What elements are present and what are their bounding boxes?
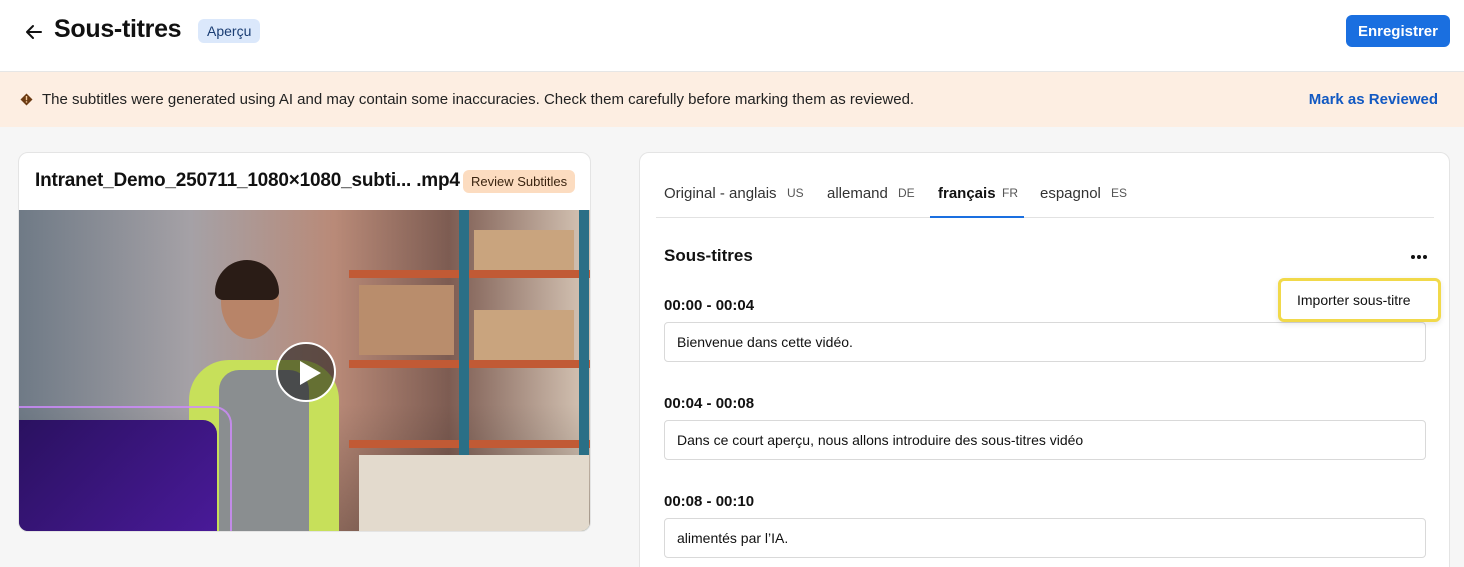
preview-badge: Aperçu: [198, 19, 261, 43]
tab-country-code: ES: [1111, 186, 1128, 200]
menu-item-label: Importer sous-titre: [1297, 292, 1411, 308]
language-tabs: Original - anglais US allemand DE frança…: [656, 171, 1434, 218]
cue-text-field[interactable]: Dans ce court aperçu, nous allons introd…: [664, 420, 1426, 460]
play-icon: [300, 361, 321, 385]
top-bar: Sous-titres Aperçu Enregistrer: [0, 0, 1464, 72]
tab-french[interactable]: français FR: [930, 171, 1024, 218]
video-filename: Intranet_Demo_250711_1080×1080_subti... …: [35, 170, 460, 191]
cardboard-boxes: [474, 230, 574, 270]
page-title: Sous-titres: [54, 15, 182, 43]
tab-label: Original - anglais: [664, 185, 777, 202]
video-player[interactable]: [19, 210, 590, 531]
tab-label: espagnol: [1040, 185, 1101, 202]
cue-timestamp: 00:00 - 00:04: [664, 297, 755, 314]
cue-text-field[interactable]: alimentés par l’IA.: [664, 518, 1426, 558]
cardboard-boxes: [359, 455, 589, 531]
cue-text-field[interactable]: Bienvenue dans cette vidéo.: [664, 322, 1426, 362]
banner-message: The subtitles were generated using AI an…: [42, 91, 915, 108]
cue-timestamp: 00:08 - 00:10: [664, 493, 755, 510]
cue-text: alimentés par l’IA.: [677, 530, 789, 546]
tab-original-english[interactable]: Original - anglais US: [656, 171, 816, 218]
shelf-beam: [349, 270, 590, 278]
play-button[interactable]: [276, 342, 336, 402]
back-arrow-icon[interactable]: [22, 20, 46, 44]
review-status-badge: Review Subtitles: [463, 170, 576, 193]
tab-country-code: FR: [1002, 186, 1018, 200]
tab-label: allemand: [827, 185, 888, 202]
save-button[interactable]: Enregistrer: [1345, 15, 1450, 47]
cardboard-boxes: [359, 285, 454, 355]
shelf-beam: [349, 360, 590, 368]
import-subtitle-menu-item[interactable]: Importer sous-titre: [1278, 278, 1441, 322]
subtitles-section-title: Sous-titres: [664, 246, 753, 265]
cue-timestamp: 00:04 - 00:08: [664, 395, 755, 412]
person-hair: [215, 260, 279, 300]
video-card: Intranet_Demo_250711_1080×1080_subti... …: [18, 152, 591, 532]
tab-country-code: US: [787, 186, 804, 200]
tab-country-code: DE: [898, 186, 915, 200]
cardboard-boxes: [474, 310, 574, 360]
shelf-beam: [349, 440, 590, 448]
tab-label: français: [938, 185, 996, 202]
cue-text: Bienvenue dans cette vidéo.: [677, 334, 853, 350]
more-horizontal-icon[interactable]: [1409, 247, 1429, 267]
purple-overlay-shape: [19, 420, 217, 531]
tab-german[interactable]: allemand DE: [819, 171, 919, 218]
warning-icon: [20, 93, 33, 106]
cue-text: Dans ce court aperçu, nous allons introd…: [677, 432, 1084, 448]
mark-as-reviewed-link[interactable]: Mark as Reviewed: [1309, 91, 1438, 108]
ai-warning-banner: The subtitles were generated using AI an…: [0, 72, 1464, 127]
tab-spanish[interactable]: espagnol ES: [1032, 171, 1132, 218]
subtitles-panel: Original - anglais US allemand DE frança…: [639, 152, 1450, 567]
